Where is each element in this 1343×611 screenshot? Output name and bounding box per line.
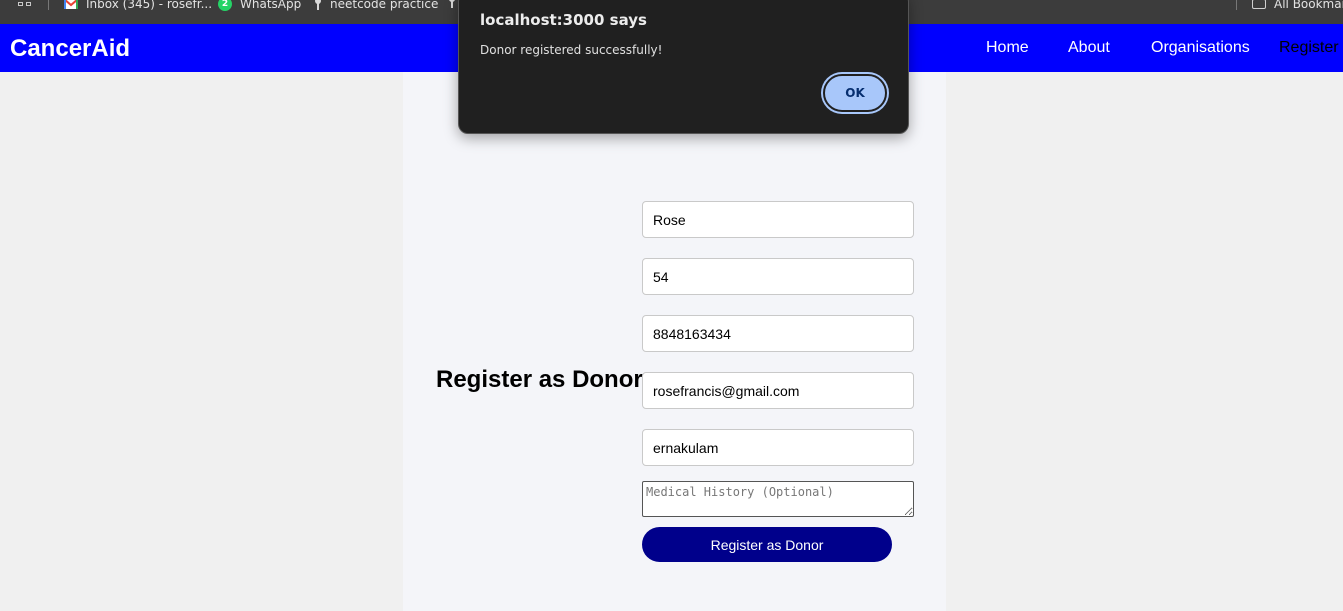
gmail-icon: [64, 0, 78, 9]
bookmark-inbox-label: Inbox (345) - rosefr...: [86, 0, 213, 11]
pin-icon[interactable]: [448, 0, 456, 8]
name-input[interactable]: [642, 201, 914, 238]
alert-dialog: localhost:3000 says Donor registered suc…: [458, 0, 909, 134]
ok-button[interactable]: OK: [823, 74, 887, 112]
bookmark-neetcode[interactable]: neetcode practice: [314, 0, 438, 12]
all-bookmarks-label: All Bookmarks: [1274, 0, 1343, 11]
bookmarks-divider: [48, 0, 49, 10]
dialog-message: Donor registered successfully!: [480, 43, 663, 57]
whatsapp-icon: 2: [218, 0, 232, 11]
age-input[interactable]: [642, 258, 914, 295]
nav-register[interactable]: Register: [1279, 39, 1339, 57]
email-input[interactable]: [642, 372, 914, 409]
bookmark-whatsapp-label: WhatsApp: [240, 0, 302, 11]
all-bookmarks[interactable]: All Bookmarks: [1252, 0, 1343, 12]
pin-icon: [315, 0, 321, 10]
bookmarks-divider: [1236, 0, 1237, 10]
form-title: Register as Donor: [436, 366, 643, 393]
register-donor-button[interactable]: Register as Donor: [642, 527, 892, 562]
location-input[interactable]: [642, 429, 914, 466]
brand-logo[interactable]: CancerAid: [10, 35, 130, 63]
folder-icon: [1252, 0, 1266, 9]
bookmark-whatsapp[interactable]: 2 WhatsApp: [218, 0, 301, 12]
nav-home[interactable]: Home: [986, 39, 1029, 57]
bookmark-neetcode-label: neetcode practice: [330, 0, 439, 11]
medical-history-textarea[interactable]: [642, 481, 914, 517]
phone-input[interactable]: [642, 315, 914, 352]
dialog-title: localhost:3000 says: [480, 11, 647, 29]
nav-organisations[interactable]: Organisations: [1151, 39, 1250, 57]
whatsapp-badge: 2: [221, 0, 229, 9]
nav-about[interactable]: About: [1068, 39, 1110, 57]
bookmark-inbox[interactable]: Inbox (345) - rosefr...: [64, 0, 212, 12]
apps-grid-icon[interactable]: [18, 0, 32, 8]
